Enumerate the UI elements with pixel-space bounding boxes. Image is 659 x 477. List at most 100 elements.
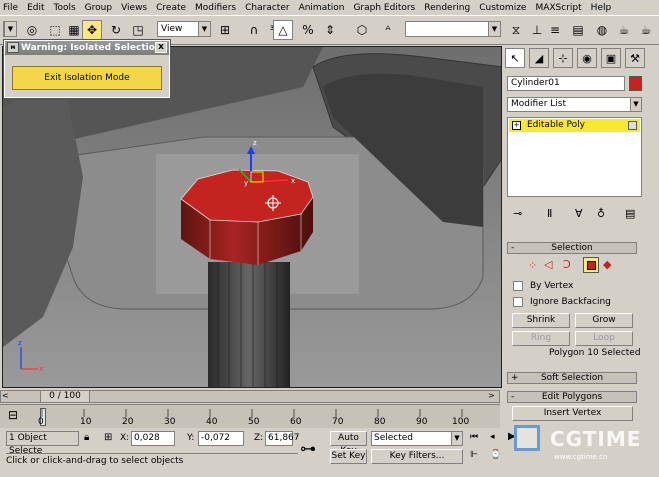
svg-text:x: x xyxy=(291,177,295,185)
by-vertex-checkbox[interactable] xyxy=(513,281,523,291)
menu-graph-editors[interactable]: Graph Editors xyxy=(353,3,415,13)
element-mode-icon[interactable]: ◆ xyxy=(603,258,611,271)
modifier-list-dropdown[interactable]: Modifier List ▼ xyxy=(507,97,642,112)
motion-tab-icon[interactable]: ◉ xyxy=(577,48,597,68)
pivot-center-icon[interactable]: ⊞ xyxy=(215,20,235,40)
key-mode-icon[interactable]: ⊩ xyxy=(470,450,478,460)
collapse-sign: - xyxy=(511,243,515,253)
modify-tab-icon[interactable]: ◢ xyxy=(529,48,549,68)
expand-icon[interactable]: + xyxy=(512,121,521,130)
menu-group[interactable]: Group xyxy=(85,3,112,13)
auto-key-button[interactable]: Auto Key xyxy=(330,431,367,456)
edit-polygons-rollout-header[interactable]: - Edit Polygons xyxy=(507,391,637,403)
watermark: CGTIME www.cgtime.cn xyxy=(510,423,658,469)
mirror-icon[interactable]: ᴬ xyxy=(378,20,398,40)
prev-key-icon[interactable]: ◂ xyxy=(490,432,495,442)
time-slider[interactable]: < 0 / 100 > xyxy=(0,390,500,403)
command-panel: ↖ ◢ ⊹ ◉ ▣ ⚒ Cylinder01 Modifier List ▼ + … xyxy=(503,46,659,392)
object-color-swatch[interactable] xyxy=(629,76,642,91)
ignore-backfacing-checkbox[interactable] xyxy=(513,297,523,307)
selection-status: Polygon 10 Selected xyxy=(549,348,641,358)
key-icon[interactable]: ⊶ xyxy=(300,439,316,458)
soft-selection-rollout-header[interactable]: + Soft Selection xyxy=(507,372,637,384)
quick-render-icon[interactable]: ☕ xyxy=(636,20,656,40)
stack-lightbulb-icon[interactable] xyxy=(628,121,637,130)
create-tab-icon[interactable]: ↖ xyxy=(505,48,525,68)
mirror-tool-icon[interactable]: ⧖ xyxy=(506,20,526,40)
track-ticks xyxy=(38,409,463,417)
remove-modifier-icon[interactable]: ♁ xyxy=(597,207,605,220)
stack-item-editable-poly[interactable]: + Editable Poly xyxy=(509,119,640,132)
key-filters-button[interactable]: Key Filters... xyxy=(371,449,463,464)
loop-button[interactable]: Loop xyxy=(575,331,633,346)
time-config-icon[interactable]: ⌚ xyxy=(490,450,501,460)
selection-rollout-header[interactable]: - Selection xyxy=(507,242,637,254)
absolute-mode-icon[interactable]: ⊞ xyxy=(104,432,112,443)
named-selection-icon[interactable]: ⬡ xyxy=(352,20,372,40)
border-mode-icon[interactable]: Ↄ xyxy=(563,258,571,271)
close-icon[interactable]: x xyxy=(155,42,167,53)
select-region-icon[interactable]: ⬚ xyxy=(45,20,65,40)
select-and-scale-icon[interactable]: ◳ xyxy=(128,20,148,40)
configure-sets-icon[interactable]: ▤ xyxy=(625,207,635,220)
shrink-button[interactable]: Shrink xyxy=(512,313,570,328)
menu-help[interactable]: Help xyxy=(591,3,612,13)
select-object-icon[interactable]: ◎ xyxy=(22,20,42,40)
make-unique-icon[interactable]: ∀ xyxy=(575,207,583,220)
layer-manager-icon[interactable]: ≡ xyxy=(545,20,565,40)
display-tab-icon[interactable]: ▣ xyxy=(601,48,621,68)
mini-curve-editor-icon[interactable]: ⊟ xyxy=(8,408,18,422)
menu-modifiers[interactable]: Modifiers xyxy=(195,3,236,13)
next-frame-icon[interactable]: > xyxy=(488,391,498,401)
exit-isolation-mode-button[interactable]: Exit Isolation Mode xyxy=(12,66,162,90)
menu-file[interactable]: File xyxy=(3,3,18,13)
menu-character[interactable]: Character xyxy=(245,3,289,13)
key-mode-dropdown[interactable]: Selected ▼ xyxy=(371,431,463,446)
insert-vertex-button[interactable]: Insert Vertex xyxy=(512,406,633,421)
edge-mode-icon[interactable]: ◁ xyxy=(544,258,552,271)
y-coordinate-field[interactable]: -0,072 xyxy=(198,431,244,446)
set-key-button[interactable]: Set Key xyxy=(330,449,367,464)
render-setup-icon[interactable]: ☕ xyxy=(614,20,634,40)
z-coordinate-field[interactable]: 61,867 xyxy=(265,431,300,446)
curve-editor-icon[interactable]: ▤ xyxy=(568,20,588,40)
pin-stack-icon[interactable]: ⊸ xyxy=(513,207,522,220)
hierarchy-tab-icon[interactable]: ⊹ xyxy=(553,48,573,68)
grow-button[interactable]: Grow xyxy=(575,313,633,328)
select-and-rotate-icon[interactable]: ↻ xyxy=(106,20,126,40)
lock-icon[interactable]: 🔒︎ xyxy=(84,432,89,443)
ring-button[interactable]: Ring xyxy=(512,331,570,346)
x-coordinate-field[interactable]: 0,028 xyxy=(131,431,175,446)
utilities-tab-icon[interactable]: ⚒ xyxy=(625,48,645,68)
magnet-icon[interactable]: ∩ xyxy=(244,20,264,40)
ignore-backfacing-label: Ignore Backfacing xyxy=(530,297,611,307)
menu-customize[interactable]: Customize xyxy=(479,3,526,13)
align-icon[interactable]: ⊥ xyxy=(527,20,547,40)
track-bar[interactable]: ⊟ 0 10 20 30 40 50 60 70 80 90 100 xyxy=(0,404,500,428)
object-name-field[interactable]: Cylinder01 xyxy=(507,76,625,91)
expand-sign: + xyxy=(511,373,519,383)
vertex-mode-icon[interactable]: ⁘ xyxy=(528,259,537,272)
menu-tools[interactable]: Tools xyxy=(54,3,76,13)
polygon-mode-icon[interactable] xyxy=(583,257,599,273)
reference-coordinate-dropdown[interactable]: View ▼ xyxy=(157,21,211,37)
go-to-start-icon[interactable]: ⏮ xyxy=(470,432,478,442)
spinner-snap-icon[interactable]: ⇕ xyxy=(320,20,340,40)
window-crossing-icon[interactable]: ▦ xyxy=(64,20,84,40)
named-selection-sets-dropdown[interactable]: ▼ xyxy=(405,21,501,37)
selection-filter-dropdown[interactable]: ▼ xyxy=(3,21,17,37)
menu-views[interactable]: Views xyxy=(121,3,147,13)
dialog-title: Warning: Isolated Selection xyxy=(21,43,162,53)
select-and-move-icon[interactable]: ✥ xyxy=(82,20,102,40)
prev-frame-icon[interactable]: < xyxy=(2,391,12,401)
show-end-result-icon[interactable]: Ⅱ xyxy=(547,207,552,220)
angle-snap-icon[interactable]: △ xyxy=(273,20,293,40)
material-editor-icon[interactable]: ◍ xyxy=(592,20,612,40)
percent-snap-icon[interactable]: % xyxy=(298,20,318,40)
menu-maxscript[interactable]: MAXScript xyxy=(535,3,581,13)
menu-create[interactable]: Create xyxy=(156,3,186,13)
menu-animation[interactable]: Animation xyxy=(299,3,345,13)
menu-rendering[interactable]: Rendering xyxy=(424,3,470,13)
menu-edit[interactable]: Edit xyxy=(27,3,44,13)
frame-counter[interactable]: 0 / 100 xyxy=(40,390,90,403)
